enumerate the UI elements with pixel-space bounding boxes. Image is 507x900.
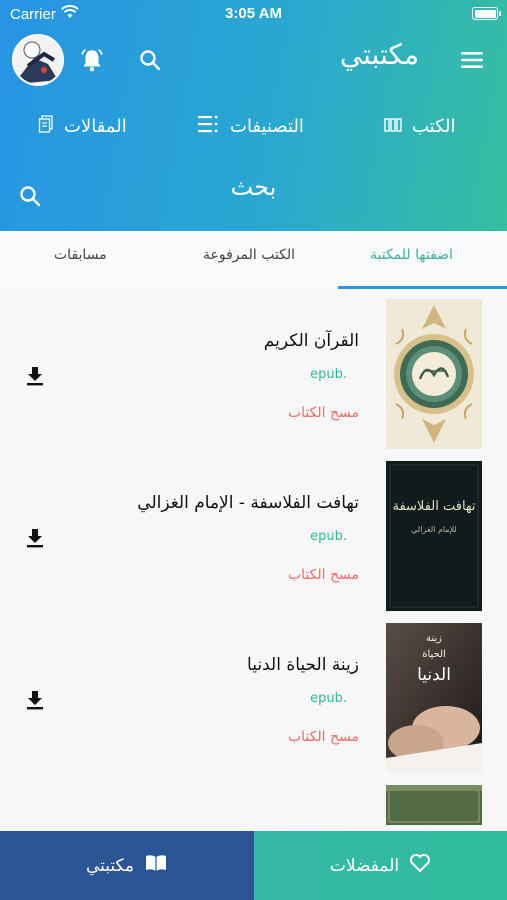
nav-tab-books[interactable]: الكتب	[384, 112, 456, 140]
heart-icon	[409, 853, 431, 878]
search-title[interactable]: بحث	[0, 173, 507, 201]
nav-tab-articles[interactable]: المقالات	[38, 112, 127, 140]
book-format: epub.	[310, 529, 347, 544]
book-cover	[386, 299, 482, 449]
list-icon	[196, 113, 220, 140]
book-cover: زينة الحياة الدنيا	[386, 623, 482, 773]
status-bar: Carrier 3:05 AM	[0, 0, 507, 28]
delete-book-link[interactable]: مسح الكتاب	[288, 567, 359, 583]
download-icon[interactable]	[22, 687, 48, 713]
book-title[interactable]: القرآن الكريم	[264, 331, 359, 351]
bell-icon[interactable]	[76, 44, 108, 76]
books-icon	[384, 116, 402, 137]
nav-tab-categories[interactable]: التصنيفات	[196, 112, 304, 140]
favorites-label: المفضلات	[329, 855, 400, 876]
cover-author-text: للإمام الغزالي	[411, 525, 457, 534]
tab-my-library[interactable]: مكتبتي	[0, 831, 254, 900]
cover-title-line3: الدنيا	[417, 665, 451, 685]
open-book-icon	[144, 853, 168, 878]
cover-title-line1: زينة	[426, 633, 442, 644]
list-item[interactable]	[0, 783, 507, 831]
articles-icon	[38, 114, 54, 138]
menu-icon[interactable]	[456, 44, 488, 76]
nav-tab-categories-label: التصنيفات	[230, 115, 304, 137]
avatar[interactable]	[12, 34, 64, 86]
library-subtabs: اضفتها للمكتبة الكتب المرفوعة مسابقات	[0, 231, 507, 289]
battery-icon	[472, 7, 501, 20]
search-bar-icon[interactable]	[14, 180, 46, 212]
list-item[interactable]: القرآن الكريم epub. مسح الكتاب	[0, 297, 507, 457]
book-cover: تهافت الفلاسفة للإمام الغزالي	[386, 461, 482, 611]
status-time: 3:05 AM	[225, 5, 282, 22]
tab-competitions[interactable]: مسابقات	[54, 247, 107, 263]
book-format: epub.	[310, 367, 347, 382]
tab-added-to-library[interactable]: اضفتها للمكتبة	[370, 247, 453, 263]
search-icon[interactable]	[134, 44, 166, 76]
tab-favorites[interactable]: المفضلات	[254, 831, 507, 900]
book-cover	[386, 785, 482, 825]
download-icon[interactable]	[22, 525, 48, 551]
nav-tab-books-label: الكتب	[412, 115, 456, 137]
my-library-label: مكتبتي	[85, 855, 135, 876]
bottom-tab-bar: مكتبتي المفضلات	[0, 831, 507, 900]
book-format: epub.	[310, 691, 347, 706]
app-title: مكتبتي	[339, 38, 419, 71]
active-tab-indicator	[338, 286, 507, 289]
tab-uploaded-books[interactable]: الكتب المرفوعة	[203, 247, 295, 263]
app-header: Carrier 3:05 AM مكتبتي الكتب التصنيفات ا…	[0, 0, 507, 231]
cover-title-text: تهافت الفلاسفة	[392, 499, 476, 514]
book-title[interactable]: زينة الحياة الدنيا	[247, 655, 359, 675]
nav-tab-articles-label: المقالات	[64, 115, 127, 137]
book-title[interactable]: تهافت الفلاسفة - الإمام الغزالي	[137, 493, 359, 513]
list-item[interactable]: تهافت الفلاسفة للإمام الغزالي تهافت الفل…	[0, 459, 507, 619]
cover-title-line2: الحياة	[422, 649, 446, 660]
delete-book-link[interactable]: مسح الكتاب	[288, 729, 359, 745]
list-item[interactable]: زينة الحياة الدنيا زينة الحياة الدنيا ep…	[0, 621, 507, 781]
delete-book-link[interactable]: مسح الكتاب	[288, 405, 359, 421]
download-icon[interactable]	[22, 363, 48, 389]
